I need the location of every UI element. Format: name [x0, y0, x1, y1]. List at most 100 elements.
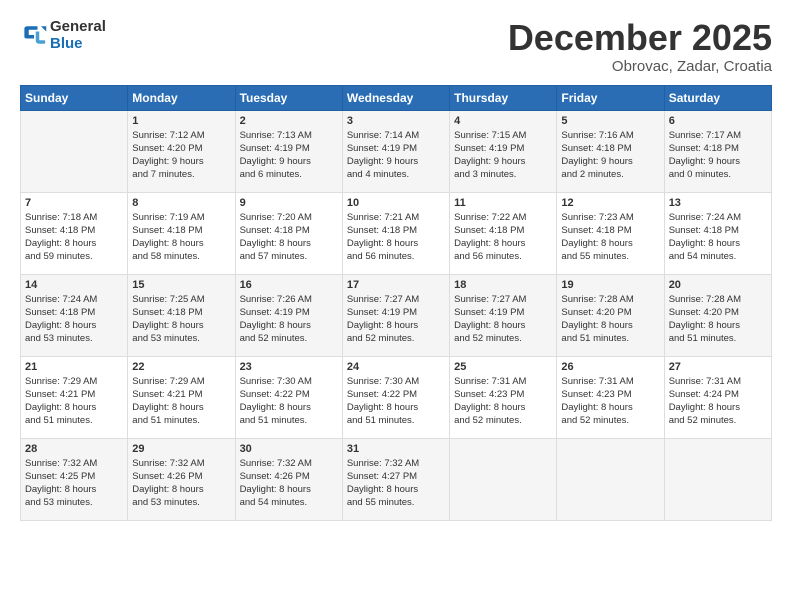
title-area: December 2025 Obrovac, Zadar, Croatia	[508, 18, 772, 75]
header: General Blue December 2025 Obrovac, Zada…	[20, 18, 772, 75]
day-info: Sunrise: 7:19 AM Sunset: 4:18 PM Dayligh…	[132, 211, 230, 264]
day-info: Sunrise: 7:32 AM Sunset: 4:27 PM Dayligh…	[347, 457, 445, 510]
calendar-table: SundayMondayTuesdayWednesdayThursdayFrid…	[20, 85, 772, 521]
col-header-thursday: Thursday	[450, 85, 557, 110]
day-info: Sunrise: 7:28 AM Sunset: 4:20 PM Dayligh…	[561, 293, 659, 346]
col-header-saturday: Saturday	[664, 85, 771, 110]
calendar-cell: 22Sunrise: 7:29 AM Sunset: 4:21 PM Dayli…	[128, 356, 235, 438]
calendar-cell: 17Sunrise: 7:27 AM Sunset: 4:19 PM Dayli…	[342, 274, 449, 356]
day-number: 16	[240, 279, 338, 291]
day-number: 17	[347, 279, 445, 291]
logo-text-block: General Blue	[50, 18, 106, 52]
day-number: 23	[240, 361, 338, 373]
day-info: Sunrise: 7:22 AM Sunset: 4:18 PM Dayligh…	[454, 211, 552, 264]
calendar-cell: 8 Sunrise: 7:19 AM Sunset: 4:18 PM Daylig…	[128, 192, 235, 274]
calendar-cell: 30Sunrise: 7:32 AM Sunset: 4:26 PM Dayli…	[235, 438, 342, 520]
day-info: Sunrise: 7:31 AM Sunset: 4:24 PM Dayligh…	[669, 375, 767, 428]
day-number: 7	[25, 197, 123, 209]
calendar-cell: 27Sunrise: 7:31 AM Sunset: 4:24 PM Dayli…	[664, 356, 771, 438]
page: General Blue December 2025 Obrovac, Zada…	[0, 0, 792, 612]
logo: General Blue	[20, 18, 106, 52]
day-info: Sunrise: 7:16 AM Sunset: 4:18 PM Dayligh…	[561, 129, 659, 182]
day-number: 26	[561, 361, 659, 373]
day-number: 19	[561, 279, 659, 291]
logo-general: General	[50, 18, 106, 35]
week-row-2: 7 Sunrise: 7:18 AM Sunset: 4:18 PM Daylig…	[21, 192, 772, 274]
calendar-cell: 19 Sunrise: 7:28 AM Sunset: 4:20 PM Dayli…	[557, 274, 664, 356]
calendar-cell: 20 Sunrise: 7:28 AM Sunset: 4:20 PM Dayli…	[664, 274, 771, 356]
day-number: 5	[561, 115, 659, 127]
calendar-cell	[557, 438, 664, 520]
calendar-cell: 7 Sunrise: 7:18 AM Sunset: 4:18 PM Daylig…	[21, 192, 128, 274]
day-info: Sunrise: 7:32 AM Sunset: 4:26 PM Dayligh…	[240, 457, 338, 510]
header-row: SundayMondayTuesdayWednesdayThursdayFrid…	[21, 85, 772, 110]
day-info: Sunrise: 7:12 AM Sunset: 4:20 PM Dayligh…	[132, 129, 230, 182]
calendar-cell: 4Sunrise: 7:15 AM Sunset: 4:19 PM Daylig…	[450, 110, 557, 192]
week-row-4: 21 Sunrise: 7:29 AM Sunset: 4:21 PM Dayli…	[21, 356, 772, 438]
calendar-cell: 18 Sunrise: 7:27 AM Sunset: 4:19 PM Dayli…	[450, 274, 557, 356]
day-number: 21	[25, 361, 123, 373]
week-row-1: 1Sunrise: 7:12 AM Sunset: 4:20 PM Daylig…	[21, 110, 772, 192]
calendar-cell: 24Sunrise: 7:30 AM Sunset: 4:22 PM Dayli…	[342, 356, 449, 438]
day-number: 13	[669, 197, 767, 209]
calendar-cell: 2 Sunrise: 7:13 AM Sunset: 4:19 PM Daylig…	[235, 110, 342, 192]
day-number: 2	[240, 115, 338, 127]
day-info: Sunrise: 7:30 AM Sunset: 4:22 PM Dayligh…	[240, 375, 338, 428]
day-info: Sunrise: 7:29 AM Sunset: 4:21 PM Dayligh…	[132, 375, 230, 428]
calendar-cell: 10Sunrise: 7:21 AM Sunset: 4:18 PM Dayli…	[342, 192, 449, 274]
calendar-cell: 5 Sunrise: 7:16 AM Sunset: 4:18 PM Daylig…	[557, 110, 664, 192]
calendar-cell: 25Sunrise: 7:31 AM Sunset: 4:23 PM Dayli…	[450, 356, 557, 438]
col-header-tuesday: Tuesday	[235, 85, 342, 110]
logo-icon	[20, 21, 48, 49]
calendar-cell: 14 Sunrise: 7:24 AM Sunset: 4:18 PM Dayli…	[21, 274, 128, 356]
day-info: Sunrise: 7:17 AM Sunset: 4:18 PM Dayligh…	[669, 129, 767, 182]
day-info: Sunrise: 7:28 AM Sunset: 4:20 PM Dayligh…	[669, 293, 767, 346]
calendar-cell: 16 Sunrise: 7:26 AM Sunset: 4:19 PM Dayli…	[235, 274, 342, 356]
calendar-cell: 3Sunrise: 7:14 AM Sunset: 4:19 PM Daylig…	[342, 110, 449, 192]
day-info: Sunrise: 7:32 AM Sunset: 4:26 PM Dayligh…	[132, 457, 230, 510]
day-info: Sunrise: 7:18 AM Sunset: 4:18 PM Dayligh…	[25, 211, 123, 264]
calendar-cell: 29 Sunrise: 7:32 AM Sunset: 4:26 PM Dayli…	[128, 438, 235, 520]
week-row-3: 14 Sunrise: 7:24 AM Sunset: 4:18 PM Dayli…	[21, 274, 772, 356]
day-info: Sunrise: 7:32 AM Sunset: 4:25 PM Dayligh…	[25, 457, 123, 510]
calendar-cell: 12 Sunrise: 7:23 AM Sunset: 4:18 PM Dayli…	[557, 192, 664, 274]
day-info: Sunrise: 7:27 AM Sunset: 4:19 PM Dayligh…	[454, 293, 552, 346]
day-number: 18	[454, 279, 552, 291]
calendar-cell: 26 Sunrise: 7:31 AM Sunset: 4:23 PM Dayli…	[557, 356, 664, 438]
col-header-sunday: Sunday	[21, 85, 128, 110]
calendar-cell	[450, 438, 557, 520]
week-row-5: 28Sunrise: 7:32 AM Sunset: 4:25 PM Dayli…	[21, 438, 772, 520]
calendar-cell	[21, 110, 128, 192]
day-number: 14	[25, 279, 123, 291]
calendar-cell: 11Sunrise: 7:22 AM Sunset: 4:18 PM Dayli…	[450, 192, 557, 274]
calendar-cell: 6 Sunrise: 7:17 AM Sunset: 4:18 PM Daylig…	[664, 110, 771, 192]
day-number: 8	[132, 197, 230, 209]
day-number: 15	[132, 279, 230, 291]
day-number: 4	[454, 115, 552, 127]
day-info: Sunrise: 7:13 AM Sunset: 4:19 PM Dayligh…	[240, 129, 338, 182]
col-header-monday: Monday	[128, 85, 235, 110]
location: Obrovac, Zadar, Croatia	[508, 58, 772, 75]
logo-blue: Blue	[50, 35, 83, 52]
day-number: 9	[240, 197, 338, 209]
day-number: 20	[669, 279, 767, 291]
calendar-cell: 13 Sunrise: 7:24 AM Sunset: 4:18 PM Dayli…	[664, 192, 771, 274]
day-info: Sunrise: 7:23 AM Sunset: 4:18 PM Dayligh…	[561, 211, 659, 264]
month-title: December 2025	[508, 18, 772, 58]
calendar-cell: 9 Sunrise: 7:20 AM Sunset: 4:18 PM Daylig…	[235, 192, 342, 274]
calendar-cell: 15Sunrise: 7:25 AM Sunset: 4:18 PM Dayli…	[128, 274, 235, 356]
day-info: Sunrise: 7:21 AM Sunset: 4:18 PM Dayligh…	[347, 211, 445, 264]
day-info: Sunrise: 7:24 AM Sunset: 4:18 PM Dayligh…	[669, 211, 767, 264]
day-info: Sunrise: 7:30 AM Sunset: 4:22 PM Dayligh…	[347, 375, 445, 428]
day-number: 3	[347, 115, 445, 127]
day-number: 6	[669, 115, 767, 127]
day-info: Sunrise: 7:31 AM Sunset: 4:23 PM Dayligh…	[454, 375, 552, 428]
calendar-cell: 1Sunrise: 7:12 AM Sunset: 4:20 PM Daylig…	[128, 110, 235, 192]
day-info: Sunrise: 7:24 AM Sunset: 4:18 PM Dayligh…	[25, 293, 123, 346]
day-info: Sunrise: 7:31 AM Sunset: 4:23 PM Dayligh…	[561, 375, 659, 428]
day-number: 12	[561, 197, 659, 209]
calendar-cell: 23 Sunrise: 7:30 AM Sunset: 4:22 PM Dayli…	[235, 356, 342, 438]
day-number: 29	[132, 443, 230, 455]
day-info: Sunrise: 7:26 AM Sunset: 4:19 PM Dayligh…	[240, 293, 338, 346]
day-info: Sunrise: 7:20 AM Sunset: 4:18 PM Dayligh…	[240, 211, 338, 264]
